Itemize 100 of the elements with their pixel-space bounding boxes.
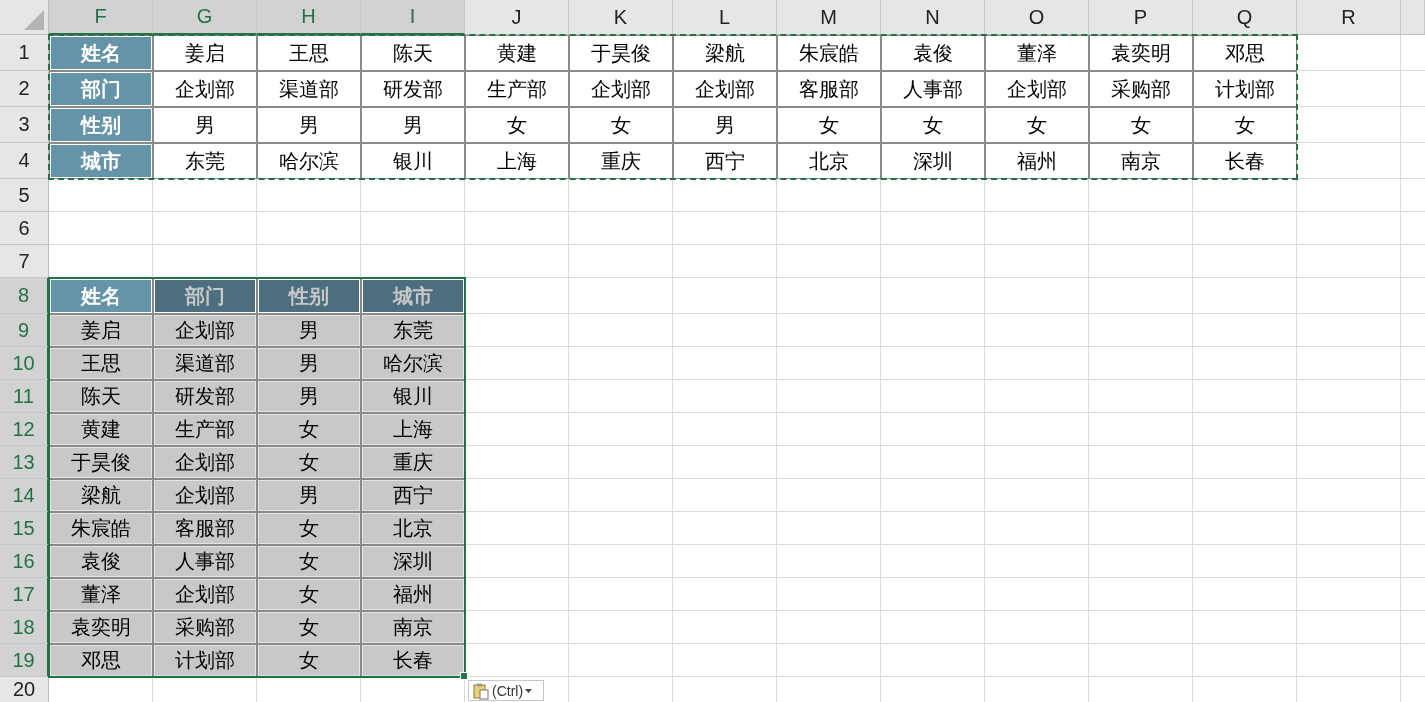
column-header[interactable]: O	[985, 0, 1089, 35]
column-header[interactable]: R	[1297, 0, 1401, 35]
table-cell: 福州	[361, 578, 465, 611]
row-header[interactable]: 9	[0, 314, 49, 347]
table-cell: 陈天	[361, 35, 465, 71]
column-header[interactable]: M	[777, 0, 881, 35]
column-header[interactable]: I	[361, 0, 465, 35]
table-cell: 企划部	[153, 71, 257, 107]
table-cell: 男	[257, 347, 361, 380]
row-header[interactable]: 16	[0, 545, 49, 578]
table-cell: 企划部	[985, 71, 1089, 107]
table-cell: 朱宸皓	[777, 35, 881, 71]
header-cell: 性别	[257, 278, 361, 314]
table-cell: 长春	[1193, 143, 1297, 179]
table-cell: 北京	[361, 512, 465, 545]
column-header[interactable]: F	[49, 0, 153, 35]
row-header[interactable]: 19	[0, 644, 49, 677]
table-cell: 男	[257, 479, 361, 512]
table-cell: 东莞	[361, 314, 465, 347]
row-header[interactable]: 8	[0, 278, 49, 314]
table-cell: 渠道部	[257, 71, 361, 107]
column-header[interactable]: G	[153, 0, 257, 35]
column-header[interactable]: L	[673, 0, 777, 35]
table-cell: 袁奕明	[1089, 35, 1193, 71]
table-cell: 银川	[361, 380, 465, 413]
row-header[interactable]: 15	[0, 512, 49, 545]
table-cell: 女	[569, 107, 673, 143]
table-cell: 陈天	[49, 380, 153, 413]
table-cell: 客服部	[153, 512, 257, 545]
table-cell: 女	[257, 512, 361, 545]
table-cell: 计划部	[1193, 71, 1297, 107]
row-header[interactable]: 14	[0, 479, 49, 512]
table-cell: 于昊俊	[49, 446, 153, 479]
table-cell: 袁奕明	[49, 611, 153, 644]
row-header[interactable]: 13	[0, 446, 49, 479]
paste-options-button[interactable]: (Ctrl)	[468, 680, 544, 701]
table-cell: 企划部	[153, 578, 257, 611]
table-cell: 女	[465, 107, 569, 143]
row-header[interactable]: 3	[0, 107, 49, 143]
table-cell: 黄建	[49, 413, 153, 446]
header-cell: 城市	[361, 278, 465, 314]
table-cell: 董泽	[985, 35, 1089, 71]
row-header[interactable]: 11	[0, 380, 49, 413]
table-cell: 女	[881, 107, 985, 143]
header-cell: 部门	[49, 71, 153, 107]
table-cell: 人事部	[153, 545, 257, 578]
table-cell: 企划部	[153, 314, 257, 347]
table-cell: 女	[257, 446, 361, 479]
row-header[interactable]: 6	[0, 212, 49, 245]
table-cell: 哈尔滨	[257, 143, 361, 179]
table-cell: 女	[985, 107, 1089, 143]
table-cell: 研发部	[153, 380, 257, 413]
table-cell: 邓思	[1193, 35, 1297, 71]
table-cell: 上海	[361, 413, 465, 446]
table-cell: 男	[257, 107, 361, 143]
header-cell: 姓名	[49, 278, 153, 314]
header-cell: 性别	[49, 107, 153, 143]
table-cell: 研发部	[361, 71, 465, 107]
table-cell: 计划部	[153, 644, 257, 677]
table-cell: 王思	[257, 35, 361, 71]
row-header[interactable]: 7	[0, 245, 49, 278]
table-cell: 重庆	[361, 446, 465, 479]
table-cell: 姜启	[49, 314, 153, 347]
row-header[interactable]: 5	[0, 179, 49, 212]
column-header[interactable]: H	[257, 0, 361, 35]
row-header[interactable]: 2	[0, 71, 49, 107]
row-header[interactable]: 12	[0, 413, 49, 446]
table-cell: 朱宸皓	[49, 512, 153, 545]
row-header[interactable]: 1	[0, 35, 49, 71]
table-cell: 采购部	[1089, 71, 1193, 107]
table-cell: 西宁	[361, 479, 465, 512]
table-cell: 男	[257, 380, 361, 413]
table-cell: 邓思	[49, 644, 153, 677]
column-header[interactable]: K	[569, 0, 673, 35]
row-header[interactable]: 20	[0, 677, 49, 702]
table-cell: 袁俊	[49, 545, 153, 578]
table-cell: 人事部	[881, 71, 985, 107]
table-cell: 客服部	[777, 71, 881, 107]
column-header[interactable]: Q	[1193, 0, 1297, 35]
table-cell: 姜启	[153, 35, 257, 71]
table-cell: 北京	[777, 143, 881, 179]
table-cell: 银川	[361, 143, 465, 179]
table-cell: 南京	[1089, 143, 1193, 179]
row-header[interactable]: 10	[0, 347, 49, 380]
table-cell: 福州	[985, 143, 1089, 179]
table-cell: 东莞	[153, 143, 257, 179]
column-header[interactable]: P	[1089, 0, 1193, 35]
column-header[interactable]: N	[881, 0, 985, 35]
table-cell: 女	[257, 578, 361, 611]
row-header[interactable]: 18	[0, 611, 49, 644]
table-cell: 黄建	[465, 35, 569, 71]
table-cell: 深圳	[361, 545, 465, 578]
table-cell: 董泽	[49, 578, 153, 611]
column-header[interactable]: J	[465, 0, 569, 35]
table-cell: 采购部	[153, 611, 257, 644]
table-cell: 男	[673, 107, 777, 143]
table-cell: 女	[257, 611, 361, 644]
row-header[interactable]: 17	[0, 578, 49, 611]
table-cell: 南京	[361, 611, 465, 644]
row-header[interactable]: 4	[0, 143, 49, 179]
